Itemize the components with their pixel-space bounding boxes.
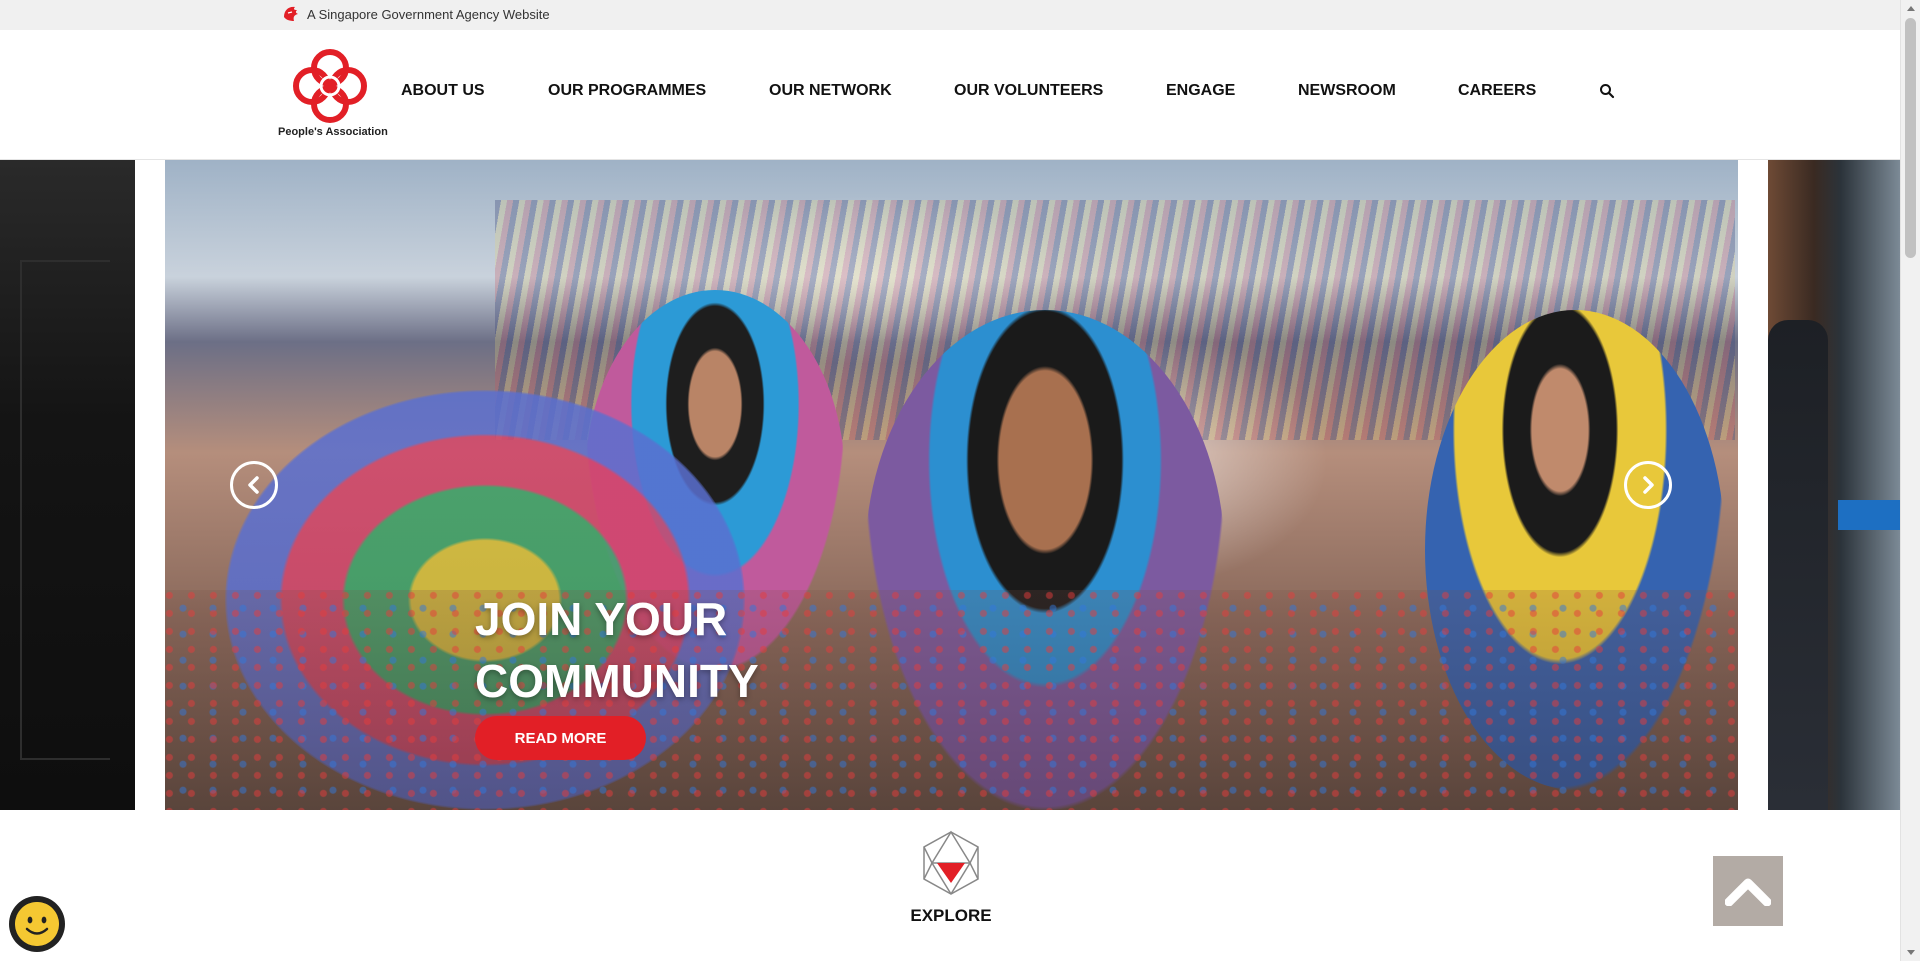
chevron-up-icon xyxy=(1725,878,1771,906)
slide-title-line-1: JOIN YOUR xyxy=(475,593,728,645)
active-slide: JOIN YOUR COMMUNITY READ MORE xyxy=(165,160,1738,810)
scroll-down-arrow-icon[interactable] xyxy=(1901,944,1920,961)
gov-bar: A Singapore Government Agency Website xyxy=(0,0,1900,30)
nav-about-us[interactable]: ABOUT US xyxy=(401,82,485,100)
hero-carousel: JOIN YOUR COMMUNITY READ MORE xyxy=(0,160,1900,810)
previous-slide-image xyxy=(20,260,110,760)
icosahedron-icon[interactable] xyxy=(920,830,982,896)
explore-label[interactable]: EXPLORE xyxy=(880,906,1022,926)
slide-title: JOIN YOUR COMMUNITY xyxy=(475,588,895,712)
nav-careers[interactable]: CAREERS xyxy=(1458,82,1536,100)
logo-knot-icon xyxy=(293,49,367,123)
chevron-right-icon xyxy=(1643,476,1654,494)
chatbot-button[interactable] xyxy=(9,896,65,952)
chevron-left-icon xyxy=(248,476,259,494)
slide-image-confetti xyxy=(165,590,1738,810)
next-slide-image-person xyxy=(1768,320,1828,810)
slide-title-line-2: COMMUNITY xyxy=(475,655,759,707)
logo-text: People's Association xyxy=(278,126,388,138)
gov-bar-text: A Singapore Government Agency Website xyxy=(307,7,550,22)
nav-our-network[interactable]: OUR NETWORK xyxy=(769,82,892,100)
previous-slide-preview[interactable] xyxy=(0,160,135,810)
carousel-next-button[interactable] xyxy=(1624,461,1672,509)
scroll-up-arrow-icon[interactable] xyxy=(1901,0,1920,17)
scrollbar-thumb[interactable] xyxy=(1905,18,1916,258)
next-slide-preview[interactable] xyxy=(1768,160,1900,810)
carousel-prev-button[interactable] xyxy=(230,461,278,509)
page-scrollbar[interactable] xyxy=(1900,0,1920,961)
nav-our-programmes[interactable]: OUR PROGRAMMES xyxy=(548,82,706,100)
nav-engage[interactable]: ENGAGE xyxy=(1166,82,1235,100)
nav-newsroom[interactable]: NEWSROOM xyxy=(1298,82,1396,100)
peoples-association-logo[interactable]: People's Association xyxy=(278,48,388,140)
site-header: People's Association ABOUT US OUR PROGRA… xyxy=(0,30,1900,160)
search-icon[interactable] xyxy=(1598,82,1616,100)
back-to-top-button[interactable] xyxy=(1713,856,1783,926)
lion-head-icon xyxy=(284,6,298,21)
read-more-button[interactable]: READ MORE xyxy=(475,716,646,760)
next-slide-image-table xyxy=(1838,500,1900,530)
smiley-face-icon xyxy=(15,902,59,946)
nav-our-volunteers[interactable]: OUR VOLUNTEERS xyxy=(954,82,1103,100)
